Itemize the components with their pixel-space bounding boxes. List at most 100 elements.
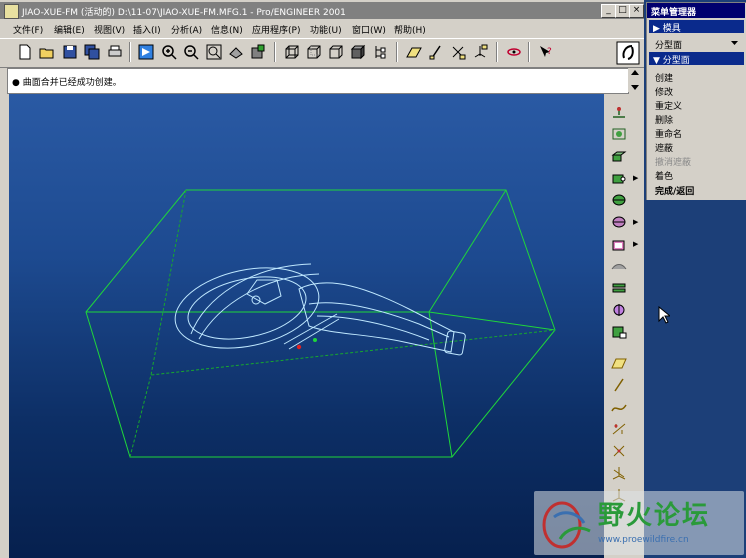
- zoom-in-icon[interactable]: [161, 44, 177, 60]
- datum-plane-tool-icon[interactable]: [611, 356, 627, 370]
- model-head-inner: [187, 276, 307, 340]
- menu-help[interactable]: 帮助(H): [394, 23, 426, 36]
- view-manager-icon[interactable]: [250, 44, 266, 60]
- watermark-url: www.proewildfire.cn: [598, 535, 689, 545]
- mouse-cursor-icon: [658, 306, 670, 324]
- coordinate-system-toggle-icon[interactable]: [472, 44, 488, 60]
- menu-manager-title: 菜单管理器: [651, 8, 697, 18]
- app-icon: [4, 4, 19, 19]
- window-title: JIAO-XUE-FM (活动的) D:\11-07\JIAO-XUE-FM.M…: [22, 8, 346, 18]
- model-curve: [198, 273, 320, 340]
- repaint-icon[interactable]: [138, 44, 154, 60]
- refit-icon[interactable]: [206, 44, 222, 60]
- coordinate-markers: [296, 338, 317, 350]
- mirror-tool-icon[interactable]: [611, 303, 627, 317]
- zoom-out-icon[interactable]: [183, 44, 199, 60]
- model-handle-line: [308, 302, 450, 338]
- reorient-icon[interactable]: [228, 44, 244, 60]
- save-icon[interactable]: [62, 44, 78, 60]
- save-copy-icon[interactable]: [84, 44, 100, 60]
- menu-insert[interactable]: 插入(I): [133, 23, 161, 36]
- blend-tool-icon[interactable]: [611, 215, 627, 229]
- wireframe-display-icon[interactable]: [284, 44, 300, 60]
- menu-bar: 文件(F) 编辑(E) 视图(V) 插入(I) 分析(A) 信息(N) 应用程序…: [0, 20, 644, 37]
- menu-item-create[interactable]: 创建: [655, 71, 673, 84]
- menu-info[interactable]: 信息(N): [211, 23, 243, 36]
- box-hidden-edges: [129, 189, 556, 458]
- print-icon[interactable]: [107, 44, 123, 60]
- datum-point-toggle-icon[interactable]: [450, 44, 466, 60]
- watermark-logo-icon: [542, 501, 591, 549]
- menu-file[interactable]: 文件(F): [13, 23, 43, 36]
- menu-manager-title-bar: 菜单管理器: [647, 3, 745, 18]
- toolbar-separator: [528, 42, 530, 62]
- close-button[interactable]: ×: [629, 4, 644, 18]
- datum-point-tool-icon[interactable]: [611, 105, 627, 119]
- flyout-arrow-icon[interactable]: ▶: [633, 218, 638, 226]
- extrude-tool-icon[interactable]: [611, 149, 627, 163]
- menu-analysis[interactable]: 分析(A): [171, 23, 202, 36]
- toolbar-separator: [496, 42, 498, 62]
- revolve-tool-icon[interactable]: [611, 171, 627, 185]
- menu-section-mold-label: ▶ 模具: [653, 24, 681, 34]
- sweep-tool-icon[interactable]: [611, 193, 627, 207]
- flyout-arrow-icon[interactable]: ▶: [633, 240, 638, 248]
- surface-merge-icon[interactable]: [611, 281, 627, 295]
- parting-surface-dropdown[interactable]: 分型面: [649, 36, 744, 51]
- menu-applications[interactable]: 应用程序(P): [252, 23, 300, 36]
- minimize-button[interactable]: _: [601, 4, 616, 18]
- model-tree-icon[interactable]: [372, 44, 388, 60]
- menu-window[interactable]: 窗口(W): [352, 23, 386, 36]
- forum-watermark: 野火论坛 www.proewildfire.cn: [534, 491, 744, 555]
- menu-item-rename[interactable]: 重命名: [655, 127, 682, 140]
- datum-point-create-icon[interactable]: [611, 422, 627, 436]
- context-help-icon[interactable]: ?: [538, 44, 554, 60]
- menu-item-shade[interactable]: 着色: [655, 169, 673, 182]
- menu-item-blank[interactable]: 遮蔽: [655, 141, 673, 154]
- message-scrollbar[interactable]: [628, 68, 642, 92]
- message-area: ● 曲面合并已经成功创建。: [7, 68, 629, 94]
- new-file-icon[interactable]: [17, 44, 33, 60]
- green-point-marker: [313, 338, 317, 342]
- model-canvas: [85, 189, 556, 458]
- datum-axis-toggle-icon[interactable]: [428, 44, 444, 60]
- chevron-down-icon: [731, 41, 738, 45]
- hidden-line-icon[interactable]: [306, 44, 322, 60]
- maximize-button[interactable]: □: [615, 4, 630, 18]
- spin-center-icon[interactable]: [506, 44, 522, 60]
- sketch-tool-icon[interactable]: [611, 127, 627, 141]
- shading-icon[interactable]: [350, 44, 366, 60]
- shell-tool-icon[interactable]: [611, 237, 627, 251]
- main-window: JIAO-XUE-FM (活动的) D:\11-07\JIAO-XUE-FM.M…: [0, 0, 644, 558]
- menu-item-modify[interactable]: 修改: [655, 85, 673, 98]
- coordinate-system-tool-icon[interactable]: [611, 466, 627, 480]
- datum-axis-tool-icon[interactable]: [611, 378, 627, 392]
- menu-view[interactable]: 视图(V): [94, 23, 125, 36]
- datum-curve-tool-icon[interactable]: [611, 400, 627, 414]
- menu-item-done-return[interactable]: 完成/返回: [655, 184, 694, 197]
- menu-section-mold[interactable]: ▶ 模具: [649, 20, 744, 34]
- menu-edit[interactable]: 编辑(E): [54, 23, 85, 36]
- scroll-up-arrow-icon[interactable]: [631, 70, 639, 75]
- offset-point-icon[interactable]: [611, 444, 627, 458]
- datum-plane-toggle-icon[interactable]: [406, 44, 422, 60]
- watermark-title: 野火论坛: [598, 501, 711, 531]
- flyout-arrow-icon[interactable]: ▶: [633, 174, 638, 182]
- menu-utilities[interactable]: 功能(U): [310, 23, 342, 36]
- pattern-tool-icon[interactable]: [611, 325, 627, 339]
- scroll-down-arrow-icon[interactable]: [631, 85, 639, 90]
- feature-toolbar: ▶ ▶ ▶: [604, 94, 644, 558]
- graphics-viewport[interactable]: [9, 94, 604, 558]
- main-toolbar: ?: [0, 38, 644, 68]
- open-folder-icon[interactable]: [39, 44, 55, 60]
- model-head-outer: [174, 267, 320, 349]
- menu-section-parting-surface-label: ▼ 分型面: [653, 56, 690, 66]
- surface-tool-icon[interactable]: [611, 259, 627, 273]
- no-hidden-icon[interactable]: [328, 44, 344, 60]
- menu-item-redefine[interactable]: 重定义: [655, 99, 682, 112]
- red-point-marker: [296, 344, 302, 350]
- menu-section-parting-surface[interactable]: ▼ 分型面: [649, 52, 744, 66]
- model-handle: [298, 282, 455, 353]
- status-message: ● 曲面合并已经成功创建。: [12, 78, 122, 88]
- menu-item-delete[interactable]: 删除: [655, 113, 673, 126]
